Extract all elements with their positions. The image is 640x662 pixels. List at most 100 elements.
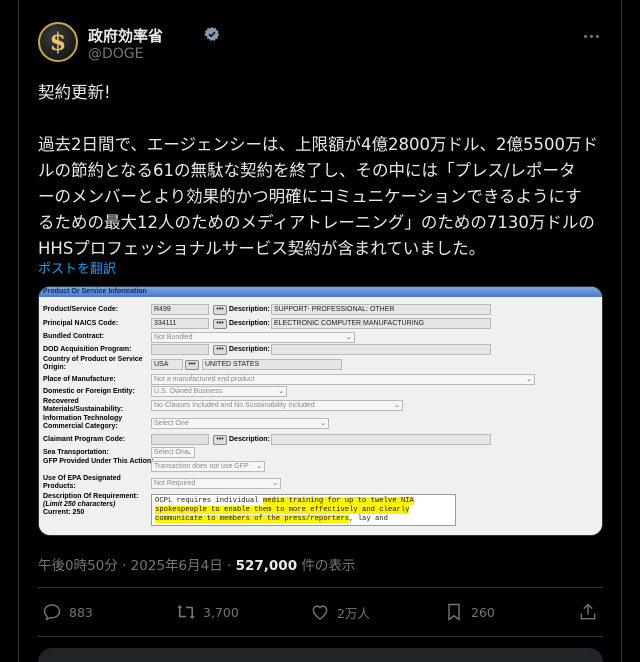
like-count: 2万人	[337, 605, 370, 621]
form-header: Product Or Service Information	[39, 287, 602, 297]
desc-highlight: media training for up to twelve NIA	[262, 497, 414, 505]
form-label: GFP Provided Under This Action:	[43, 458, 154, 465]
form-select: Not Bundled ⌄	[151, 332, 355, 343]
repost-icon	[177, 604, 195, 620]
share-icon	[580, 603, 596, 620]
form-field	[151, 434, 209, 445]
bookmark-button[interactable]: 260	[444, 602, 495, 622]
lookup-icon: •••	[213, 345, 227, 355]
form-label: Domestic or Foreign Entity:	[43, 388, 135, 395]
tweet-line: HHSプロフェッショナルサービス契約が含まれていました。	[38, 239, 486, 258]
form-label: Sea Transportation:	[43, 449, 109, 456]
reply-button[interactable]: 883	[42, 602, 93, 622]
form-field	[151, 344, 209, 355]
separator: ·	[122, 558, 127, 574]
attached-image[interactable]: Product Or Service Information Product/S…	[38, 286, 603, 536]
form-screenshot: Product/Service Code: R499 ••• Descripti…	[39, 297, 602, 535]
reply-composer[interactable]	[38, 648, 603, 662]
bookmark-icon	[448, 603, 460, 621]
chevron-down-icon: ⌄	[320, 420, 326, 427]
reply-icon	[43, 604, 61, 621]
form-label: Place of Manufacture:	[43, 376, 116, 383]
form-field: UNITED STATES	[202, 359, 342, 370]
lookup-icon: •••	[185, 360, 199, 370]
chevron-down-icon: ⌄	[256, 463, 262, 470]
view-count: 527,000	[235, 558, 298, 574]
form-label: Bundled Contract:	[43, 333, 105, 340]
divider	[38, 636, 603, 637]
desc-highlight: spokespeople to enable them to more effe…	[155, 506, 410, 514]
tweet-line: 契約更新!	[38, 83, 111, 102]
separator: ·	[227, 558, 232, 574]
lookup-icon: •••	[213, 319, 227, 329]
form-label: Description:	[229, 306, 270, 313]
avatar-symbol: $	[49, 27, 67, 56]
repost-button[interactable]: 3,700	[176, 602, 239, 622]
form-label: Description:	[229, 436, 270, 443]
form-select-value: Select One	[154, 420, 189, 427]
form-field: USA	[151, 359, 183, 370]
display-name[interactable]: 政府効率省	[88, 25, 163, 46]
verified-badge-icon	[204, 27, 220, 41]
form-select-value: Select One	[154, 449, 189, 456]
chevron-down-icon: ⌄	[278, 388, 284, 395]
view-label: 件の表示	[301, 558, 356, 574]
form-label: Principal NAICS Code:	[43, 320, 119, 327]
repost-count: 3,700	[203, 604, 239, 620]
form-label: Information Technology Commercial Catego…	[43, 415, 123, 430]
divider	[38, 587, 603, 588]
handle[interactable]: @DOGE	[88, 46, 144, 62]
form-field: R499	[151, 304, 209, 315]
form-label: Claimant Program Code:	[43, 436, 126, 443]
form-select: No Clauses Included and No Sustainabilit…	[151, 400, 403, 411]
form-select: Transaction does not use GFP ⌄	[151, 461, 265, 472]
form-select: Select One ⌄	[151, 447, 195, 458]
description-textarea: OCPL requires individual media training …	[151, 494, 456, 526]
lookup-icon: •••	[213, 305, 227, 315]
form-select: Select One ⌄	[151, 418, 329, 429]
form-label: Description:	[229, 346, 270, 353]
form-select: U.S. Owned Business ⌄	[151, 386, 287, 397]
form-field: SUPPORT- PROFESSIONAL: OTHER	[271, 304, 491, 315]
action-bar: 883 3,700 2万人 260	[38, 600, 603, 628]
heart-icon	[312, 605, 328, 620]
translate-link[interactable]: ポストを翻訳	[38, 258, 116, 277]
chevron-down-icon: ⌄	[394, 402, 400, 409]
form-select-value: No Clauses Included and No Sustainabilit…	[154, 402, 315, 409]
form-label: Recovered Materials/Sustainability:	[43, 398, 124, 413]
form-select-value: Transaction does not use GFP	[154, 463, 249, 470]
tweet-line: 過去2日間で、エージェンシーは、上限額が4億2800万ドル、2億5500万ド	[38, 135, 598, 154]
form-label: Product/Service Code:	[43, 306, 119, 313]
form-label: Description:	[229, 320, 270, 327]
form-select: Not Required ⌄	[151, 478, 281, 489]
more-options-icon[interactable]	[580, 28, 602, 44]
lookup-icon: •••	[213, 435, 227, 445]
chevron-down-icon: ⌄	[346, 334, 352, 341]
form-label: Description Of Requirement:	[43, 493, 139, 500]
form-label: Current: 250	[43, 509, 85, 516]
reply-count: 883	[69, 604, 93, 620]
avatar[interactable]: $	[38, 22, 78, 62]
form-select-value: Not a manufactured end product	[154, 376, 255, 383]
form-label: (Limit 250 characters)	[43, 501, 116, 508]
tweet-header: $ 政府効率省 @DOGE	[38, 22, 608, 66]
desc-highlight: communicate to members of the press/repo…	[155, 515, 350, 523]
bookmark-count: 260	[471, 604, 495, 620]
form-label: DOD Acquisition Program:	[43, 346, 132, 353]
tweet-line: るための最大12人のためのメディアトレーニング」のための7130万ドルの	[38, 213, 595, 232]
form-label: Country of Product or Service Origin:	[43, 356, 143, 371]
desc-text: , lay and	[349, 515, 388, 523]
form-label: Use Of EPA Designated Products:	[43, 475, 121, 490]
chevron-down-icon: ⌄	[272, 480, 278, 487]
form-field	[271, 434, 491, 445]
post-time[interactable]: 午後0時50分	[38, 558, 118, 574]
share-button[interactable]	[578, 602, 598, 622]
form-select-value: Not Bundled	[154, 334, 193, 341]
form-field: ELECTRONIC COMPUTER MANUFACTURING	[271, 318, 491, 329]
like-button[interactable]: 2万人	[310, 602, 370, 622]
form-select-value: U.S. Owned Business	[154, 388, 223, 395]
desc-text: OCPL requires individual	[155, 497, 263, 505]
tweet-text: 契約更新! 過去2日間で、エージェンシーは、上限額が4億2800万ドル、2億55…	[38, 80, 608, 262]
post-date[interactable]: 2025年6月4日	[131, 558, 223, 574]
tweet-line: ルの節約となる61の無駄な契約を終了し、その中には「プレス/レポータ	[38, 161, 576, 180]
